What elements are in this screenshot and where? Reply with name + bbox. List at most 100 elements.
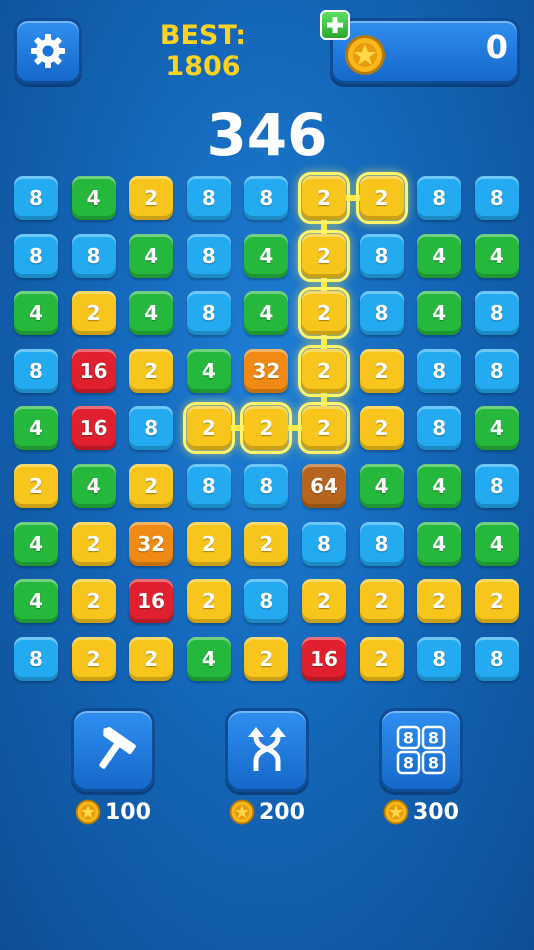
tile[interactable]: 2 <box>71 291 116 336</box>
tile[interactable]: 8 <box>186 464 231 508</box>
tile[interactable]: 8 <box>129 406 174 451</box>
tile[interactable]: 2 <box>355 172 408 224</box>
tile[interactable]: 8 <box>474 291 519 336</box>
tile[interactable]: 2 <box>417 579 462 624</box>
tile[interactable]: 4 <box>417 521 462 566</box>
tile[interactable]: 8 <box>186 233 231 278</box>
tile[interactable]: 16 <box>302 636 346 681</box>
swap-powerup-button[interactable] <box>225 708 309 792</box>
swap-price: 200 <box>229 798 305 826</box>
tile[interactable]: 2 <box>129 464 174 508</box>
tile[interactable]: 8 <box>244 464 289 508</box>
tile[interactable]: 2 <box>129 636 174 681</box>
tile[interactable]: 4 <box>129 291 174 336</box>
tile[interactable]: 4 <box>14 579 58 624</box>
tile[interactable]: 16 <box>129 579 174 624</box>
swap-arrows-icon <box>248 727 286 771</box>
tile[interactable]: 4 <box>417 233 462 278</box>
tile[interactable]: 2 <box>71 579 116 624</box>
tile[interactable]: 8 <box>417 348 462 393</box>
grid-88-icon: 88 88 <box>396 725 446 775</box>
hammer-price: 100 <box>75 798 151 826</box>
tile[interactable]: 8 <box>14 636 58 681</box>
tile[interactable]: 16 <box>71 406 116 451</box>
tile[interactable]: 2 <box>14 464 58 508</box>
tile[interactable]: 4 <box>14 521 58 566</box>
tile[interactable]: 64 <box>302 464 346 508</box>
tile[interactable]: 2 <box>359 579 404 624</box>
tile[interactable]: 4 <box>417 464 462 508</box>
svg-text:8: 8 <box>428 754 439 773</box>
tile[interactable]: 4 <box>474 233 519 278</box>
tile[interactable]: 32 <box>129 521 174 566</box>
coin-icon <box>383 799 409 825</box>
tile[interactable]: 2 <box>298 344 350 397</box>
tile[interactable]: 8 <box>474 176 519 220</box>
tile[interactable]: 2 <box>240 402 293 455</box>
tile[interactable]: 8 <box>14 176 58 220</box>
shuffle-price: 300 <box>383 798 459 826</box>
tile[interactable]: 2 <box>244 636 289 681</box>
tile[interactable]: 8 <box>14 348 58 393</box>
tile[interactable]: 2 <box>474 579 519 624</box>
svg-text:8: 8 <box>428 729 439 748</box>
tile[interactable]: 4 <box>186 636 231 681</box>
tile[interactable]: 8 <box>417 176 462 220</box>
tile[interactable]: 2 <box>298 402 350 455</box>
tile[interactable]: 4 <box>71 464 116 508</box>
tile[interactable]: 4 <box>186 348 231 393</box>
tile[interactable]: 4 <box>14 406 58 451</box>
tile[interactable]: 4 <box>359 464 404 508</box>
tile[interactable]: 8 <box>244 176 289 220</box>
tile[interactable]: 8 <box>14 233 58 278</box>
tile[interactable]: 2 <box>186 521 231 566</box>
tile[interactable]: 32 <box>244 348 289 393</box>
price-value: 100 <box>105 799 151 825</box>
tile[interactable]: 4 <box>244 233 289 278</box>
tile[interactable]: 8 <box>474 464 519 508</box>
tile[interactable]: 8 <box>186 291 231 336</box>
tile[interactable]: 2 <box>359 348 404 393</box>
tile[interactable]: 8 <box>244 579 289 624</box>
tile[interactable]: 8 <box>474 348 519 393</box>
svg-text:8: 8 <box>403 729 414 748</box>
price-value: 200 <box>259 799 305 825</box>
tile[interactable]: 8 <box>71 233 116 278</box>
tile[interactable]: 2 <box>359 636 404 681</box>
hammer-icon <box>99 726 136 769</box>
hammer-powerup-button[interactable] <box>71 708 155 792</box>
svg-text:8: 8 <box>403 754 414 773</box>
tile[interactable]: 2 <box>71 521 116 566</box>
tile[interactable]: 2 <box>302 579 346 624</box>
tile[interactable]: 2 <box>129 348 174 393</box>
tile[interactable]: 8 <box>359 521 404 566</box>
tile[interactable]: 8 <box>417 636 462 681</box>
tile[interactable]: 8 <box>474 636 519 681</box>
tile[interactable]: 4 <box>474 521 519 566</box>
tile[interactable]: 4 <box>244 291 289 336</box>
tile[interactable]: 4 <box>71 176 116 220</box>
tile[interactable]: 2 <box>186 579 231 624</box>
tile[interactable]: 2 <box>182 402 235 455</box>
tile[interactable]: 8 <box>359 233 404 278</box>
tile[interactable]: 8 <box>186 176 231 220</box>
price-value: 300 <box>413 799 459 825</box>
tile[interactable]: 2 <box>244 521 289 566</box>
game-board: 8 4 2 8 8 2 2 8 8 8 8 4 8 4 2 8 4 4 4 2 4 8 4 2 8 4 8 8 16 2 4 32 2 2 8 8 4 1… <box>0 0 534 700</box>
tile[interactable]: 2 <box>359 406 404 451</box>
tile[interactable]: 8 <box>417 406 462 451</box>
tile[interactable]: 8 <box>359 291 404 336</box>
tile[interactable]: 2 <box>298 287 350 340</box>
tile[interactable]: 4 <box>14 291 58 336</box>
tile[interactable]: 4 <box>417 291 462 336</box>
tile[interactable]: 4 <box>474 406 519 451</box>
tile[interactable]: 2 <box>71 636 116 681</box>
tile[interactable]: 4 <box>129 233 174 278</box>
tile[interactable]: 8 <box>302 521 346 566</box>
tile[interactable]: 16 <box>71 348 116 393</box>
coin-icon <box>75 799 101 825</box>
tile[interactable]: 2 <box>298 172 350 224</box>
shuffle-powerup-button[interactable]: 88 88 <box>379 708 463 792</box>
tile[interactable]: 2 <box>298 229 350 282</box>
tile[interactable]: 2 <box>129 176 174 220</box>
